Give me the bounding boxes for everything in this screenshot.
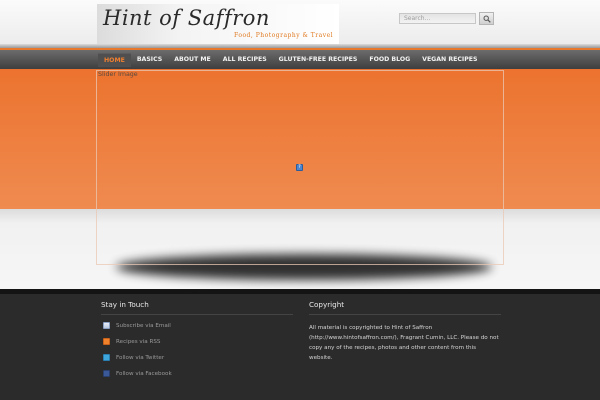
- recipes-rss-label: Recipes via RSS: [116, 338, 161, 345]
- copyright-widget: Copyright All material is copyrighted to…: [309, 300, 501, 363]
- nav-item-food-blog[interactable]: FOOD BLOG: [363, 53, 416, 67]
- nav-item-about-me[interactable]: ABOUT ME: [168, 53, 217, 67]
- nav-item-vegan-recipes[interactable]: VEGAN RECIPES: [416, 53, 483, 67]
- search-icon: [483, 15, 491, 23]
- search-button[interactable]: [479, 12, 494, 25]
- subscribe-email-label: Subscribe via Email: [116, 322, 171, 329]
- main-nav: HOME BASICS ABOUT ME ALL RECIPES GLUTEN-…: [0, 50, 600, 69]
- site-logo[interactable]: Hint of Saffron Food, Photography & Trav…: [97, 4, 339, 44]
- email-icon: [103, 322, 110, 329]
- rss-icon: [103, 338, 110, 345]
- follow-twitter-link[interactable]: Follow via Twitter: [101, 352, 293, 363]
- broken-image-icon: ?: [296, 164, 303, 171]
- slider-image-alt-text: Slider Image: [98, 71, 138, 78]
- logo-title: Hint of Saffron: [103, 6, 270, 30]
- site-header: Hint of Saffron Food, Photography & Trav…: [0, 0, 600, 44]
- nav-item-home[interactable]: HOME: [98, 53, 131, 67]
- follow-twitter-label: Follow via Twitter: [116, 354, 165, 361]
- twitter-icon: [103, 354, 110, 361]
- stay-in-touch-heading: Stay in Touch: [101, 300, 293, 315]
- follow-facebook-link[interactable]: Follow via Facebook: [101, 368, 293, 379]
- follow-facebook-label: Follow via Facebook: [116, 370, 172, 377]
- site-footer: [0, 294, 600, 400]
- logo-tagline: Food, Photography & Travel: [234, 32, 334, 39]
- copyright-text: All material is copyrighted to Hint of S…: [309, 325, 499, 361]
- search-input[interactable]: [399, 13, 476, 24]
- stay-in-touch-widget: Stay in Touch Subscribe via Email Recipe…: [101, 300, 293, 379]
- subscribe-email-link[interactable]: Subscribe via Email: [101, 320, 293, 331]
- recipes-rss-link[interactable]: Recipes via RSS: [101, 336, 293, 347]
- copyright-heading: Copyright: [309, 300, 501, 315]
- nav-item-basics[interactable]: BASICS: [131, 53, 168, 67]
- facebook-icon: [103, 370, 110, 377]
- nav-items: HOME BASICS ABOUT ME ALL RECIPES GLUTEN-…: [98, 53, 483, 67]
- nav-item-all-recipes[interactable]: ALL RECIPES: [217, 53, 273, 67]
- nav-item-gluten-free-recipes[interactable]: GLUTEN-FREE RECIPES: [273, 53, 364, 67]
